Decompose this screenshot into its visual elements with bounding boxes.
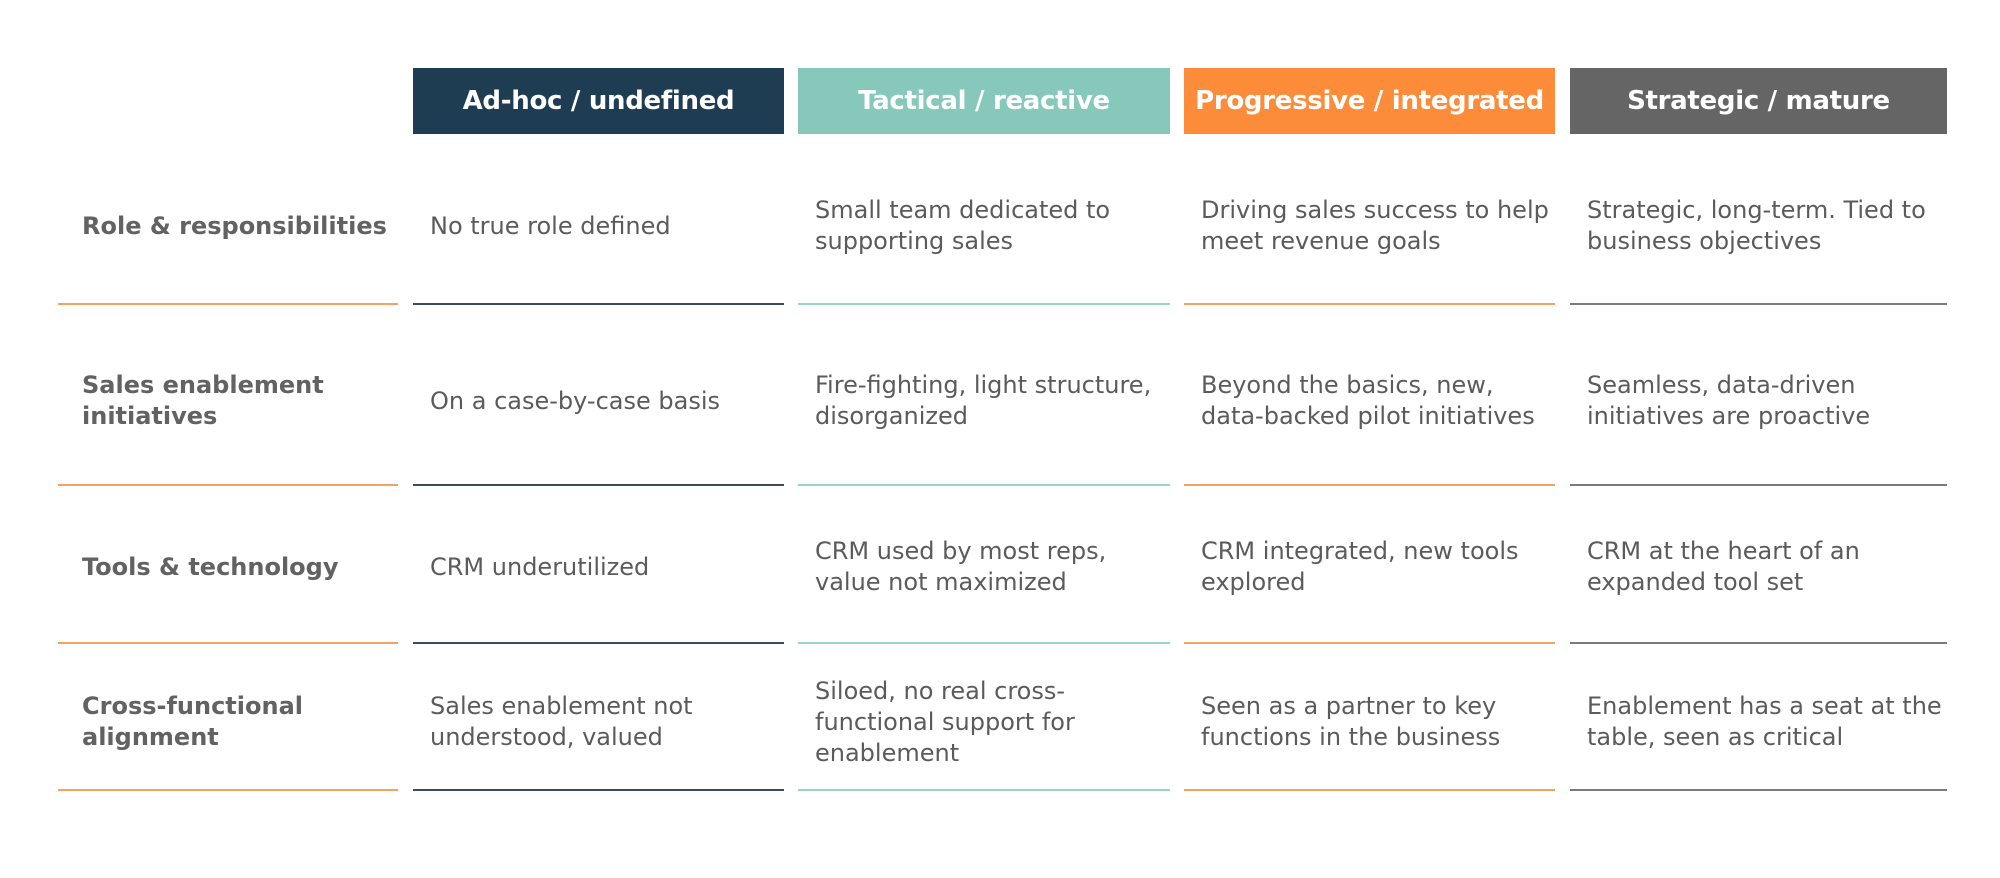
row-divider	[413, 789, 784, 791]
row-divider	[58, 789, 398, 791]
table-cell: Beyond the basics, new, data-backed pilo…	[1201, 371, 1535, 430]
row-divider	[1570, 484, 1947, 486]
table-cell: CRM used by most reps, value not maximiz…	[815, 537, 1107, 596]
row-divider	[413, 303, 784, 305]
row-divider	[1570, 789, 1947, 791]
table-cell: Sales enablement not understood, valued	[430, 692, 693, 751]
column-header-progressive: Progressive / integrated	[1184, 68, 1555, 134]
row-divider	[1184, 484, 1555, 486]
table-cell: Strategic, long-term. Tied to business o…	[1587, 196, 1926, 255]
table-cell: CRM integrated, new tools explored	[1201, 537, 1519, 596]
table-cell: Driving sales success to help meet reven…	[1201, 196, 1549, 255]
column-header-label: Strategic / mature	[1627, 86, 1890, 116]
row-divider	[413, 484, 784, 486]
row-label: Sales enablement initiatives	[82, 371, 324, 430]
table-cell: CRM at the heart of an expanded tool set	[1587, 537, 1860, 596]
row-divider	[1570, 642, 1947, 644]
row-divider	[798, 642, 1170, 644]
column-header-strategic: Strategic / mature	[1570, 68, 1947, 134]
row-label: Role & responsibilities	[82, 211, 387, 240]
table-cell: Small team dedicated to supporting sales	[815, 196, 1111, 255]
column-header-ad-hoc: Ad-hoc / undefined	[413, 68, 784, 134]
row-divider	[1184, 642, 1555, 644]
table-cell: CRM underutilized	[430, 552, 650, 581]
table-cell: Siloed, no real cross-functional support…	[815, 676, 1075, 767]
table-cell: On a case-by-case basis	[430, 386, 720, 415]
row-label: Tools & technology	[82, 552, 339, 581]
row-divider	[58, 303, 398, 305]
row-divider	[798, 303, 1170, 305]
column-header-label: Progressive / integrated	[1195, 86, 1544, 116]
row-divider	[1184, 789, 1555, 791]
row-divider	[58, 642, 398, 644]
table-cell: Seamless, data-driven initiatives are pr…	[1587, 371, 1871, 430]
row-divider	[798, 789, 1170, 791]
column-header-tactical: Tactical / reactive	[798, 68, 1170, 134]
table-cell: No true role defined	[430, 211, 671, 240]
table-cell: Enablement has a seat at the table, seen…	[1587, 692, 1942, 751]
row-label: Cross-functional alignment	[82, 692, 304, 751]
column-header-label: Tactical / reactive	[858, 86, 1110, 116]
table-cell: Seen as a partner to key functions in th…	[1201, 692, 1501, 751]
row-divider	[58, 484, 398, 486]
row-divider	[1184, 303, 1555, 305]
table-cell: Fire-fighting, light structure, disorgan…	[815, 371, 1152, 430]
row-divider	[798, 484, 1170, 486]
row-divider	[413, 642, 784, 644]
column-header-label: Ad-hoc / undefined	[462, 86, 735, 116]
row-divider	[1570, 303, 1947, 305]
